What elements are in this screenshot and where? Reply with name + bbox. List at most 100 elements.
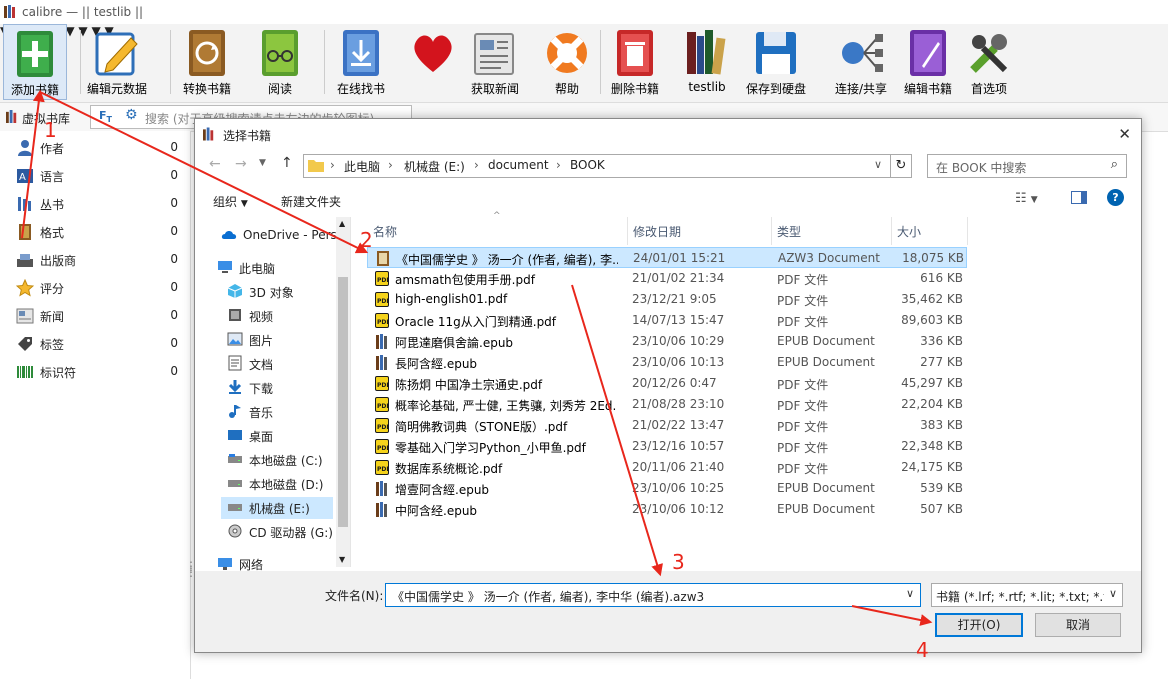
address-dropdown-icon[interactable]: ∨	[874, 158, 882, 171]
organize-label: 组织	[213, 195, 238, 209]
column-divider[interactable]	[891, 217, 892, 245]
remove-books-label: 删除书籍	[610, 82, 659, 96]
up-arrow-icon[interactable]: ↑	[281, 155, 293, 171]
file-date: 23/12/21 9:05	[632, 292, 717, 306]
remove-books-button[interactable]: 删除书籍	[606, 24, 664, 100]
file-row[interactable]: 增壹阿含經.epub 23/10/06 10:25 EPUB Document 539…	[367, 478, 967, 499]
preview-pane-icon[interactable]	[1071, 191, 1087, 204]
epub-icon	[375, 355, 389, 370]
command-bar: 组织 ▼ 新建文件夹 ☷ ▼ ?	[195, 185, 1141, 215]
scroll-down-icon[interactable]: ▼	[339, 555, 345, 564]
save-to-disk-button[interactable]: 保存到硬盘	[742, 24, 810, 100]
sidebar-item-label: 语言	[40, 170, 65, 184]
file-row[interactable]: PDF high-english01.pdf 23/12/21 9:05 PDF 文件…	[367, 289, 967, 310]
nav-scrollbar-thumb[interactable]	[338, 277, 348, 527]
column-divider[interactable]	[967, 217, 968, 245]
file-row[interactable]: PDF 零基础入门学习Python_小甲鱼.pdf 23/12/16 10:57 PD…	[367, 436, 967, 457]
sidebar-item-tags[interactable]: 标签 0	[14, 333, 184, 355]
help-button[interactable]: 帮助	[540, 24, 594, 100]
convert-book-button[interactable]: 转换书籍	[176, 24, 238, 100]
sidebar-item-identifiers[interactable]: 标识符 0	[14, 361, 184, 383]
file-type-select[interactable]: 书籍 (*.lrf; *.rtf; *.lit; *.txt; *.txt ∨	[931, 583, 1123, 607]
sidebar-item-languages[interactable]: A 语言 0	[14, 165, 184, 187]
breadcrumb-this-pc[interactable]: 此电脑	[344, 158, 380, 175]
forward-arrow-icon[interactable]: →	[235, 156, 247, 172]
filename-dropdown-icon[interactable]: ∨	[906, 587, 914, 600]
library-button[interactable]: testlib	[682, 24, 732, 100]
scroll-up-icon[interactable]: ▲	[339, 219, 345, 228]
convert-book-icon	[189, 30, 225, 76]
breadcrumb-book[interactable]: BOOK	[570, 158, 605, 172]
edit-metadata-icon	[95, 32, 138, 76]
preferences-button[interactable]: 首选项	[962, 24, 1016, 100]
epub-icon	[375, 334, 389, 349]
breadcrumb-document[interactable]: document	[488, 158, 549, 172]
filename-input[interactable]: 《中国儒学史 》 汤一介 (作者, 编者), 李中华 (编者).azw3 ∨	[385, 583, 921, 607]
sidebar-item-news[interactable]: 新闻 0	[14, 305, 184, 327]
refresh-button[interactable]: ↻	[891, 154, 912, 178]
organize-button[interactable]: 组织 ▼	[213, 193, 248, 210]
sidebar-item-count: 0	[170, 308, 178, 322]
get-books-label: 在线找书	[336, 82, 385, 96]
virtual-library-icon	[6, 110, 17, 123]
breadcrumb-chevron-icon: ›	[330, 158, 335, 172]
donate-button[interactable]	[406, 24, 460, 100]
music-icon	[229, 405, 241, 418]
nav-scrollbar[interactable]: ▲ ▼	[336, 217, 350, 567]
connect-share-button[interactable]: 连接/共享	[830, 24, 892, 100]
breadcrumb-drive-e[interactable]: 机械盘 (E:)	[404, 158, 465, 175]
close-icon[interactable]: ✕	[1118, 125, 1131, 143]
view-options-icon[interactable]: ☷ ▼	[1015, 191, 1038, 206]
file-row[interactable]: PDF Oracle 11g从入门到精通.pdf 14/07/13 15:47 PDF…	[367, 310, 967, 331]
edit-book-button[interactable]: 编辑书籍	[900, 24, 956, 100]
file-size: 539 KB	[920, 481, 963, 495]
file-row[interactable]: 《中国儒学史 》 汤一介 (作者, 编者), 李... 24/01/01 15:2…	[367, 247, 967, 268]
file-list: ^ 名称 修改日期 类型 大小 《中国儒学史 》 汤一介 (作者, 编者), 李…	[367, 211, 1141, 567]
sidebar-item-publishers[interactable]: 出版商 0	[14, 249, 184, 271]
nav-label: 音乐	[249, 406, 274, 420]
file-row[interactable]: PDF 简明佛教词典（STONE版）.pdf 21/02/22 13:47 PDF 文…	[367, 415, 967, 436]
column-divider[interactable]	[627, 217, 628, 245]
main-toolbar: 添加书籍 ▼ 编辑元数据 ▼ 转换书籍 ▼ 阅读 ▼ 在线找书	[0, 24, 1168, 103]
address-bar[interactable]: › 此电脑 › 机械盘 (E:) › document › BOOK ∨	[303, 154, 891, 178]
add-book-icon	[17, 31, 53, 77]
file-row[interactable]: 中阿含经.epub 23/10/06 10:12 EPUB Document 507 …	[367, 499, 967, 520]
file-row[interactable]: 阿毘達磨俱舍論.epub 23/10/06 10:29 EPUB Document 3…	[367, 331, 967, 352]
file-size: 35,462 KB	[901, 292, 963, 306]
file-row[interactable]: PDF amsmath包使用手册.pdf 21/01/02 21:34 PDF 文件 6…	[367, 268, 967, 289]
file-row[interactable]: PDF 陈扬炯 中国净土宗通史.pdf 20/12/26 0:47 PDF 文件 45,…	[367, 373, 967, 394]
file-size: 616 KB	[920, 271, 963, 285]
sidebar-item-rating[interactable]: 评分 0	[14, 277, 184, 299]
sidebar-item-authors[interactable]: 作者 0	[14, 137, 184, 159]
file-row[interactable]: PDF 数据库系统概论.pdf 20/11/06 21:40 PDF 文件 24,175…	[367, 457, 967, 478]
star-icon	[16, 279, 34, 297]
back-arrow-icon[interactable]: ←	[209, 156, 221, 172]
file-type: PDF 文件	[777, 315, 829, 329]
dialog-app-icon	[203, 127, 214, 141]
nav-drive-e[interactable]: 机械盘 (E:)	[221, 497, 333, 519]
file-row[interactable]: PDF 概率论基础, 严士健, 王隽骧, 刘秀芳 2Ed... 21/08/28 2…	[367, 394, 967, 415]
gear-icon[interactable]: ⚙	[125, 107, 138, 123]
pdf-icon: PDF	[375, 376, 390, 391]
get-books-button[interactable]: 在线找书	[332, 24, 390, 100]
cancel-button[interactable]: 取消	[1035, 613, 1121, 637]
file-row[interactable]: 長阿含經.epub 23/10/06 10:13 EPUB Document 277 …	[367, 352, 967, 373]
column-divider[interactable]	[771, 217, 772, 245]
help-icon[interactable]: ?	[1107, 189, 1124, 206]
add-book-button[interactable]: 添加书籍	[3, 24, 67, 100]
new-folder-button[interactable]: 新建文件夹	[281, 193, 341, 210]
fetch-news-button[interactable]: 获取新闻	[466, 24, 524, 100]
folder-search-input[interactable]: 在 BOOK 中搜索 ⌕	[927, 154, 1127, 178]
full-text-search-icon[interactable]: FT	[99, 109, 112, 124]
nav-label: 3D 对象	[249, 286, 294, 300]
edit-metadata-button[interactable]: 编辑元数据	[84, 24, 150, 100]
file-size: 45,297 KB	[901, 376, 963, 390]
file-type: PDF 文件	[777, 273, 829, 287]
edit-metadata-label: 编辑元数据	[86, 82, 147, 96]
file-type-dropdown-icon: ∨	[1108, 587, 1117, 600]
sidebar-item-formats[interactable]: 格式 0	[14, 221, 184, 243]
recent-chevron-icon[interactable]: ▼	[259, 158, 266, 168]
open-button[interactable]: 打开(O)	[935, 613, 1023, 637]
sidebar-item-series[interactable]: 丛书 0	[14, 193, 184, 215]
read-button[interactable]: 阅读	[255, 24, 305, 100]
